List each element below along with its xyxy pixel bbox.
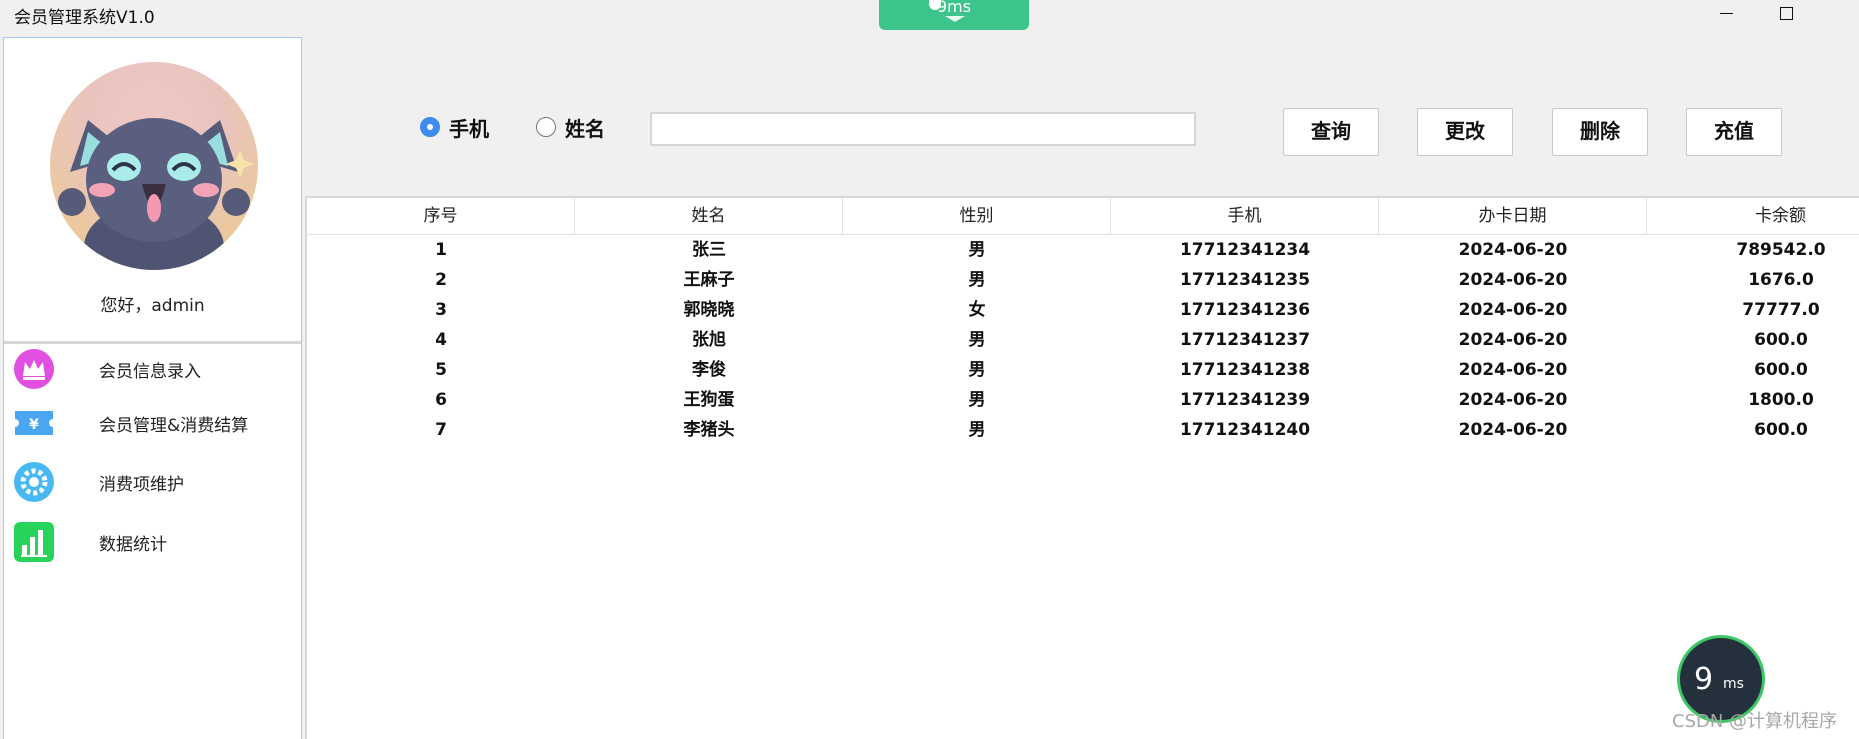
svg-text:¥: ¥: [29, 417, 39, 433]
table-row[interactable]: 2 王麻子 男 17712341235 2024-06-20 1676.0: [307, 265, 1859, 295]
radio-name-label: 姓名: [565, 117, 605, 141]
table-row[interactable]: 3 郭晓晓 女 17712341236 2024-06-20 77777.0: [307, 295, 1859, 325]
column-header-phone[interactable]: 手机: [1111, 198, 1379, 234]
bar-chart-icon: [13, 521, 55, 563]
cell-card-date: 2024-06-20: [1458, 420, 1568, 440]
query-button[interactable]: 查询: [1283, 108, 1379, 156]
cell-index: 4: [435, 330, 447, 350]
sidebar-item-member-management[interactable]: ¥ 会员管理&消费结算: [4, 397, 301, 451]
cell-balance: 600.0: [1754, 330, 1808, 350]
table-row[interactable]: 6 王狗蛋 男 17712341239 2024-06-20 1800.0: [307, 385, 1859, 415]
cell-name: 王麻子: [683, 270, 735, 290]
cell-index: 7: [435, 420, 447, 440]
cell-index: 5: [435, 360, 447, 380]
cell-gender: 男: [968, 390, 986, 410]
cell-name: 李俊: [692, 360, 726, 380]
table-row[interactable]: 5 李俊 男 17712341238 2024-06-20 600.0: [307, 355, 1859, 385]
cell-phone: 17712341235: [1179, 270, 1311, 290]
cell-name: 张旭: [692, 330, 726, 350]
sidebar-item-consumption-items[interactable]: 消费项维护: [4, 456, 301, 510]
member-table: 序号 姓名 性别 手机 办卡日期 卡余额 1 张三 男 17712341234 …: [305, 196, 1859, 739]
cell-name: 张三: [692, 240, 726, 260]
radio-selected-indicator: [420, 117, 440, 137]
table-row[interactable]: 4 张旭 男 17712341237 2024-06-20 600.0: [307, 325, 1859, 355]
column-header-balance[interactable]: 卡余额: [1647, 198, 1859, 234]
cell-index: 1: [435, 240, 447, 260]
sidebar-item-label: 会员信息录入: [99, 362, 201, 382]
greeting-text: 您好，admin: [100, 296, 205, 316]
table-row[interactable]: 1 张三 男 17712341234 2024-06-20 789542.0: [307, 235, 1859, 265]
column-header-card-date[interactable]: 办卡日期: [1379, 198, 1647, 234]
cell-card-date: 2024-06-20: [1458, 240, 1568, 260]
cell-name: 王狗蛋: [683, 390, 735, 410]
cell-card-date: 2024-06-20: [1458, 270, 1568, 290]
cat-avatar-image: [54, 118, 254, 270]
cell-index: 6: [435, 390, 447, 410]
latency-value: 9: [1694, 662, 1714, 697]
column-header-gender[interactable]: 性别: [843, 198, 1111, 234]
yuan-ticket-icon: ¥: [13, 402, 55, 444]
cell-index: 2: [435, 270, 447, 290]
radio-unselected-indicator: [536, 117, 556, 137]
column-header-name[interactable]: 姓名: [575, 198, 843, 234]
sidebar-item-member-entry[interactable]: 会员信息录入: [4, 343, 301, 397]
cell-phone: 17712341240: [1179, 420, 1311, 440]
cell-card-date: 2024-06-20: [1458, 300, 1568, 320]
minimize-icon: [1720, 13, 1733, 14]
cell-phone: 17712341238: [1179, 360, 1311, 380]
cell-phone: 17712341237: [1179, 330, 1311, 350]
cell-balance: 600.0: [1754, 420, 1808, 440]
cell-phone: 17712341236: [1179, 300, 1311, 320]
latency-unit: ms: [1723, 676, 1744, 692]
maximize-button[interactable]: [1758, 0, 1814, 28]
cell-card-date: 2024-06-20: [1458, 390, 1568, 410]
cell-balance: 789542.0: [1736, 240, 1826, 260]
gear-icon: [13, 461, 55, 503]
cell-gender: 男: [968, 240, 986, 260]
sidebar-item-label: 消费项维护: [99, 475, 184, 495]
table-header: 序号 姓名 性别 手机 办卡日期 卡余额: [307, 198, 1859, 235]
latency-pill[interactable]: 9ms: [879, 0, 1029, 30]
latency-pill-text: 9ms: [936, 0, 972, 16]
delete-button[interactable]: 删除: [1552, 108, 1648, 156]
cell-gender: 男: [968, 360, 986, 380]
cell-gender: 男: [968, 270, 986, 290]
window-title: 会员管理系统V1.0: [14, 8, 155, 28]
cell-index: 3: [435, 300, 447, 320]
app-window: 会员管理系统V1.0 9ms 您好，admin 会员信息录入 ¥ 会员管理&消费…: [0, 0, 1859, 739]
cell-name: 李猪头: [683, 420, 735, 440]
radio-phone-label: 手机: [449, 117, 489, 141]
chevron-down-icon: [945, 16, 965, 22]
avatar: [50, 62, 258, 270]
cell-balance: 600.0: [1754, 360, 1808, 380]
sidebar-item-label: 数据统计: [99, 535, 167, 555]
minimize-button[interactable]: [1698, 0, 1754, 28]
cell-balance: 1676.0: [1748, 270, 1814, 290]
cell-gender: 女: [968, 300, 986, 320]
column-header-index[interactable]: 序号: [307, 198, 575, 234]
cell-balance: 77777.0: [1742, 300, 1820, 320]
cell-card-date: 2024-06-20: [1458, 360, 1568, 380]
sidebar-item-label: 会员管理&消费结算: [99, 416, 249, 436]
edit-button[interactable]: 更改: [1417, 108, 1513, 156]
profile-panel: 您好，admin: [4, 38, 301, 344]
cell-card-date: 2024-06-20: [1458, 330, 1568, 350]
recharge-button[interactable]: 充值: [1686, 108, 1782, 156]
sidebar: 您好，admin 会员信息录入 ¥ 会员管理&消费结算 消费项维护 数据统计: [3, 37, 302, 739]
cell-gender: 男: [968, 420, 986, 440]
cell-phone: 17712341234: [1179, 240, 1311, 260]
cell-name: 郭晓晓: [683, 300, 735, 320]
sidebar-item-statistics[interactable]: 数据统计: [4, 516, 301, 570]
cell-balance: 1800.0: [1748, 390, 1814, 410]
cell-gender: 男: [968, 330, 986, 350]
cell-phone: 17712341239: [1179, 390, 1311, 410]
search-input[interactable]: [650, 112, 1196, 146]
watermark: CSDN @计算机程序: [1672, 711, 1838, 732]
table-row[interactable]: 7 李猪头 男 17712341240 2024-06-20 600.0: [307, 415, 1859, 445]
maximize-icon: [1780, 7, 1793, 20]
crown-icon: [13, 348, 55, 390]
